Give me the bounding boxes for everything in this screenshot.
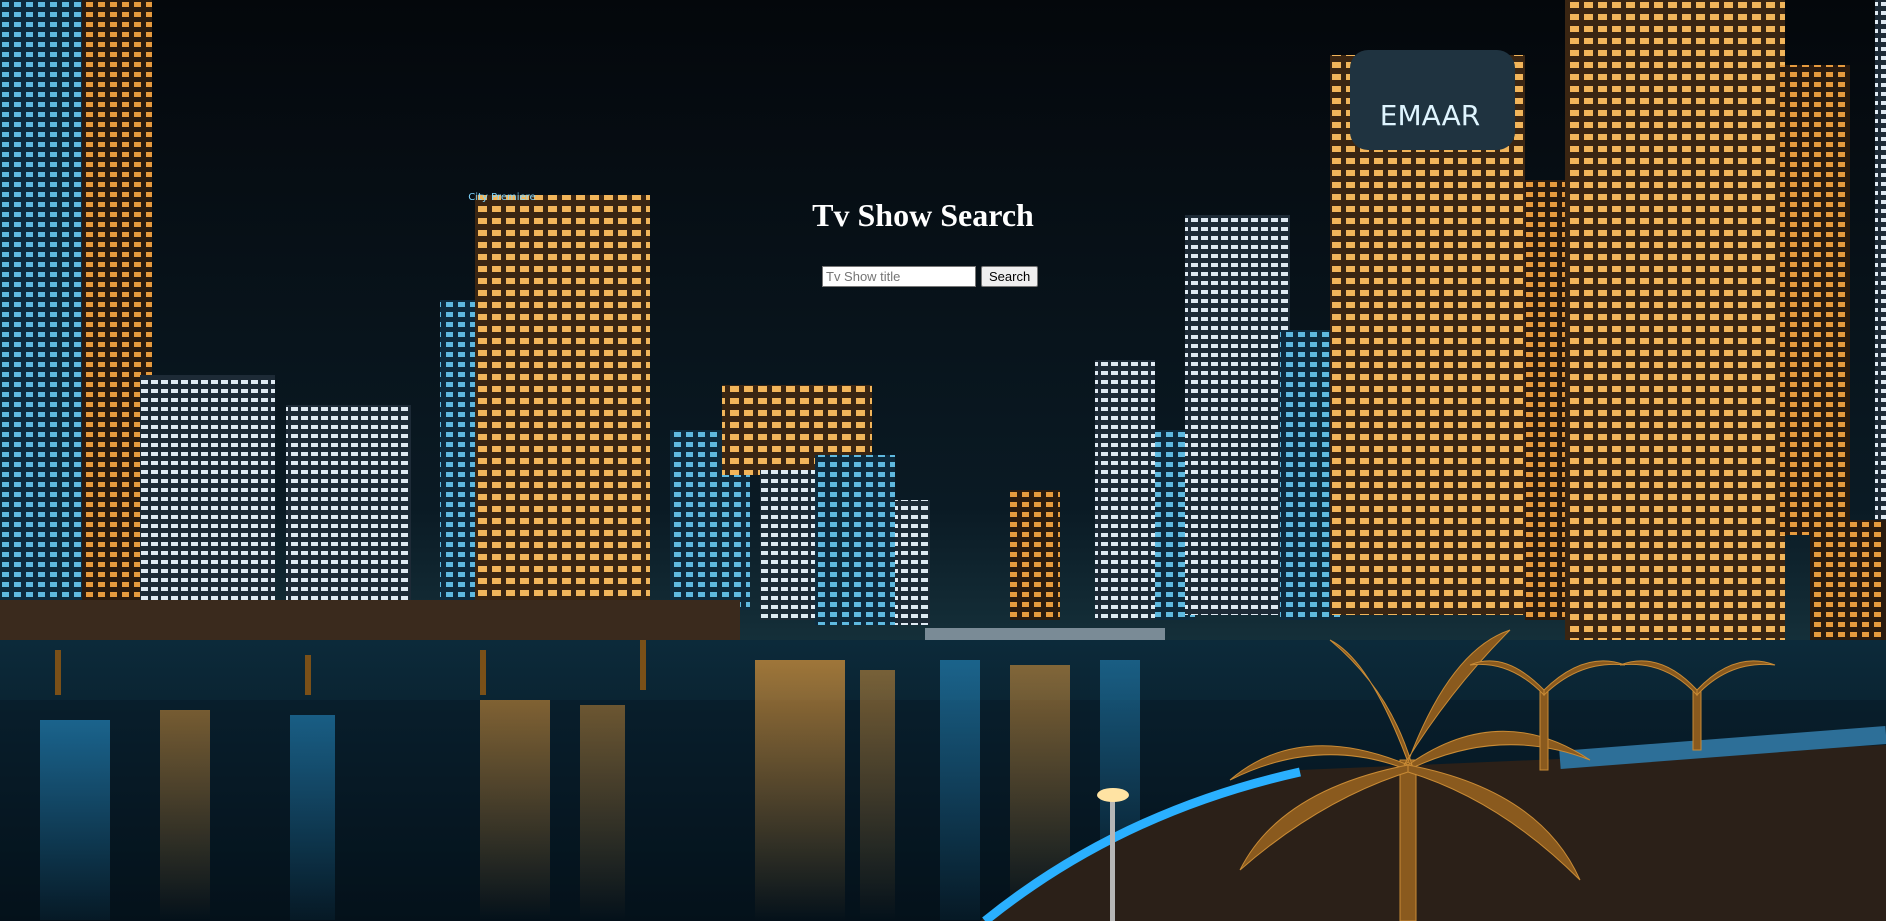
emaar-sign: EMAAR [1380, 99, 1480, 132]
search-form: Search [822, 266, 1039, 287]
search-button[interactable]: Search [981, 266, 1039, 287]
background-image: EMAAR City Premiere [0, 0, 1886, 921]
page: EMAAR City Premiere Tv Show Search Tv Sh… [0, 0, 1886, 921]
search-input[interactable] [822, 266, 976, 287]
page-title: Tv Show Search [812, 197, 1034, 233]
